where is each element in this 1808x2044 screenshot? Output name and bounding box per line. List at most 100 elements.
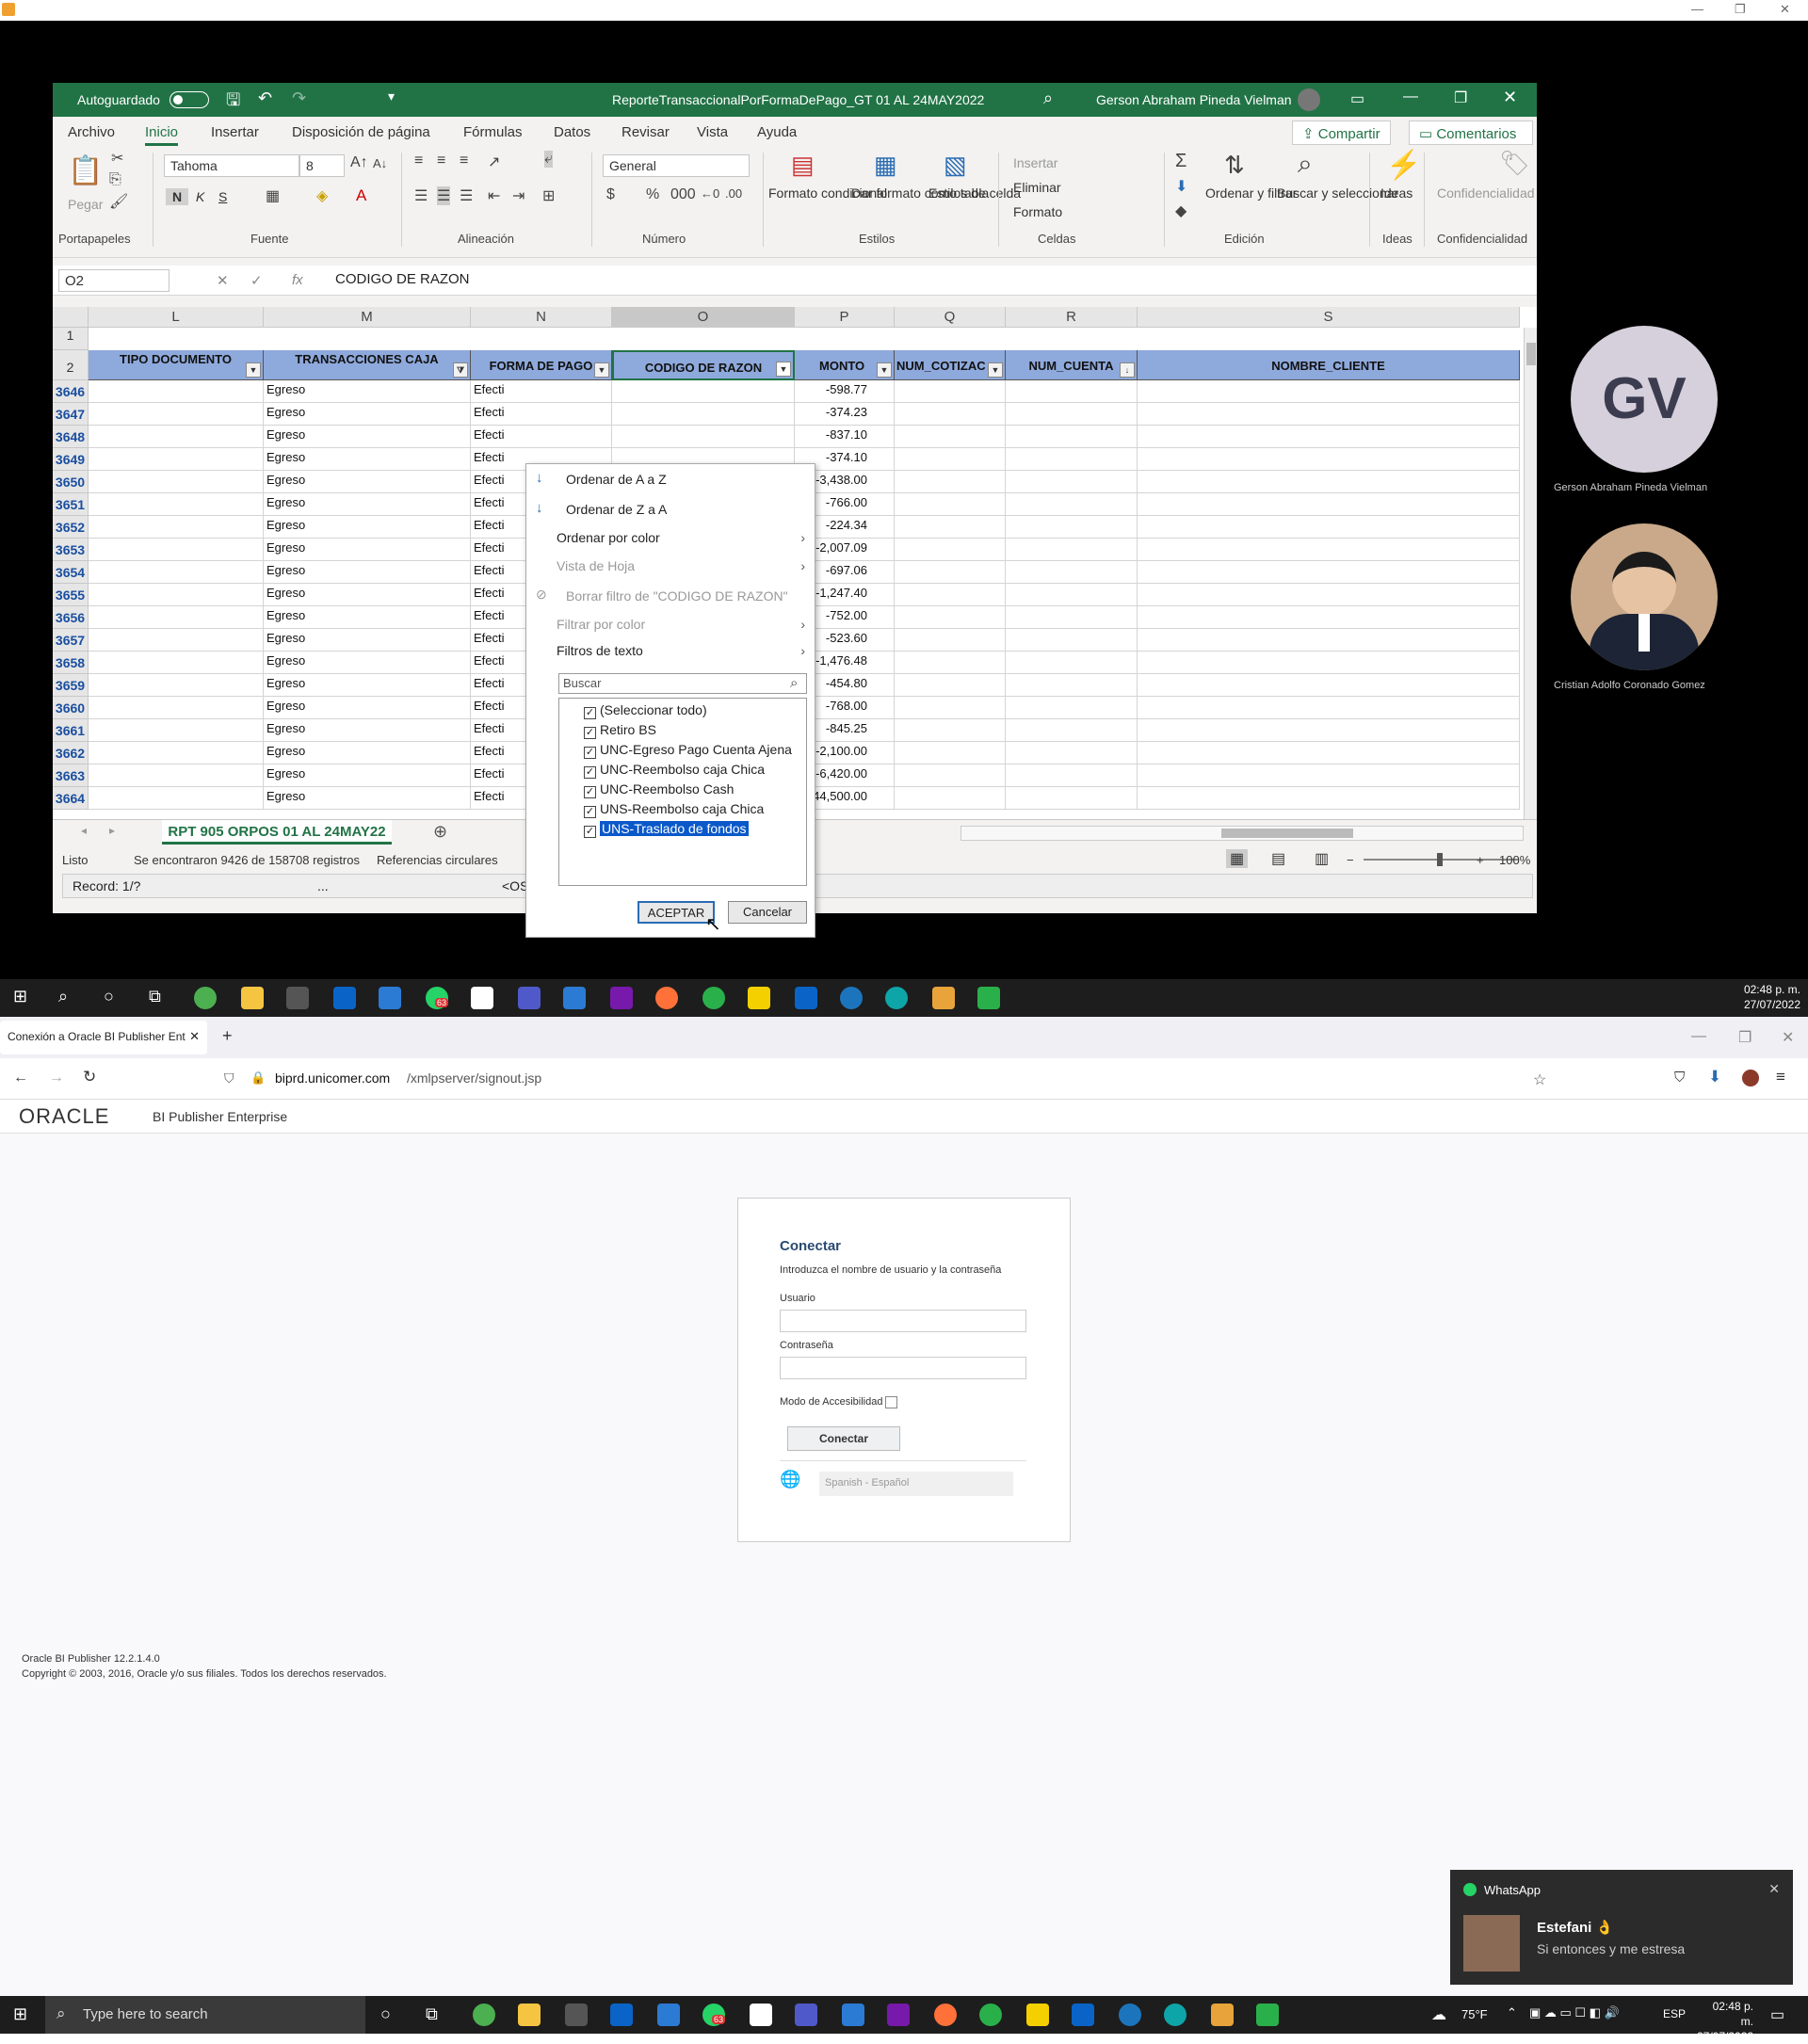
table-cell[interactable] (895, 787, 1006, 810)
downloads-icon[interactable]: ⬇ (1708, 1068, 1721, 1086)
cancel-button[interactable]: Cancelar (728, 901, 807, 924)
table-cell[interactable]: Egreso (264, 764, 471, 787)
app-icon[interactable] (842, 2004, 864, 2026)
table-cell[interactable]: Egreso (264, 697, 471, 719)
currency-icon[interactable]: $ (606, 186, 615, 203)
table-cell[interactable] (1006, 787, 1138, 810)
notifications-icon[interactable]: ▭ (1770, 2005, 1784, 2024)
row-header[interactable]: 3650 (53, 471, 89, 493)
sort-za-item[interactable]: Ordenar de Z a A (566, 502, 667, 517)
number-format-select[interactable]: General (603, 154, 750, 177)
ie-icon[interactable] (1119, 2004, 1141, 2026)
header-monto[interactable]: MONTO ▼ (795, 350, 895, 380)
table-cell[interactable] (1138, 561, 1520, 584)
app-icon[interactable] (702, 987, 725, 1009)
next-sheet-icon[interactable]: ▸ (109, 824, 115, 837)
table-cell[interactable] (1138, 652, 1520, 674)
vmware-icon[interactable] (286, 987, 309, 1009)
header-num-cotizac[interactable]: NUM_COTIZAC ▼ (895, 350, 1006, 380)
minimize-icon[interactable]: — (1403, 89, 1418, 105)
new-tab-icon[interactable]: + (222, 1026, 233, 1046)
filter-value-item[interactable]: ✓ UNC-Reembolso Cash (584, 781, 734, 798)
chrome-icon[interactable] (194, 987, 217, 1009)
column-header-r[interactable]: R (1006, 307, 1138, 328)
table-cell[interactable] (89, 493, 264, 516)
tab-datos[interactable]: Datos (554, 124, 590, 140)
edge-icon[interactable] (1164, 2004, 1186, 2026)
table-cell[interactable]: -598.77 (795, 380, 895, 403)
formula-input[interactable]: CODIGO DE RAZON (335, 271, 470, 287)
column-header-o[interactable]: O (612, 307, 795, 328)
clock[interactable]: 02:48 p. m. 27/07/2022 (1697, 1999, 1753, 2044)
filter-value-item[interactable]: ✓ (Seleccionar todo) (584, 702, 707, 719)
horizontal-scrollbar[interactable] (960, 826, 1524, 841)
app-icon[interactable] (1072, 2004, 1094, 2026)
table-cell[interactable]: Efecti (471, 403, 612, 426)
task-view-icon[interactable]: ⧉ (149, 987, 161, 1006)
clock[interactable]: 02:48 p. m. 27/07/2022 (1744, 982, 1800, 1012)
table-cell[interactable] (1138, 606, 1520, 629)
table-cell[interactable] (895, 561, 1006, 584)
table-cell[interactable] (89, 742, 264, 764)
zoom-level[interactable]: 100% (1499, 853, 1530, 867)
minimize-button[interactable]: — (1691, 2, 1703, 16)
font-color-icon[interactable]: A (356, 186, 366, 205)
weather-temp[interactable]: 75°F (1461, 2007, 1488, 2021)
language-indicator[interactable]: ESP (1663, 2007, 1686, 2020)
search-icon[interactable]: ⌕ (58, 987, 68, 1006)
language-select[interactable]: Spanish - Español (819, 1472, 1013, 1496)
row-header[interactable]: 3654 (53, 561, 89, 584)
table-cell[interactable] (1006, 584, 1138, 606)
table-cell[interactable] (89, 380, 264, 403)
table-cell[interactable] (1138, 539, 1520, 561)
app-icon[interactable] (795, 987, 817, 1009)
tab-archivo[interactable]: Archivo (68, 124, 115, 140)
align-left-icon[interactable]: ☰ (414, 186, 428, 205)
row-header[interactable]: 3648 (53, 426, 89, 448)
restore-icon[interactable]: ❐ (1738, 1028, 1752, 1047)
align-center-icon[interactable]: ☰ (437, 186, 451, 205)
row-header[interactable]: 3663 (53, 764, 89, 787)
conditional-format-label[interactable]: Formato condicional (768, 185, 887, 201)
close-tab-icon[interactable]: ✕ (189, 1029, 200, 1044)
font-size-select[interactable]: 8 (299, 154, 345, 177)
ribbon-display-icon[interactable]: ▭ (1350, 89, 1364, 108)
username-input[interactable] (780, 1310, 1026, 1332)
filter-value-item[interactable]: ✓ Retiro BS (584, 722, 656, 739)
header-num-cuenta[interactable]: NUM_CUENTA ↓ (1006, 350, 1138, 380)
teams-icon[interactable] (518, 987, 541, 1009)
filter-button[interactable]: ▼ (877, 362, 892, 378)
column-header-q[interactable]: Q (895, 307, 1006, 328)
table-cell[interactable] (89, 561, 264, 584)
restore-icon[interactable]: ❐ (1454, 89, 1467, 107)
zoom-slider[interactable] (1364, 853, 1518, 866)
table-cell[interactable] (895, 764, 1006, 787)
align-top-icon[interactable]: ≡ (414, 153, 423, 169)
table-cell[interactable] (1006, 561, 1138, 584)
app-icon[interactable] (1211, 2004, 1234, 2026)
header-transacciones-caja[interactable]: TRANSACCIONES CAJA ⧩ (264, 350, 471, 380)
reload-icon[interactable]: ↻ (83, 1068, 96, 1086)
sort-filter-icon[interactable]: ⇅ (1224, 151, 1245, 180)
chrome-icon[interactable] (473, 2004, 495, 2026)
close-icon[interactable]: ✕ (1768, 1881, 1780, 1897)
table-cell[interactable] (895, 539, 1006, 561)
format-table-icon[interactable]: ▦ (874, 151, 897, 180)
clear-filter-item[interactable]: Borrar filtro de "CODIGO DE RAZON" (566, 588, 788, 604)
forward-icon[interactable]: → (49, 1070, 64, 1086)
table-cell[interactable] (1138, 516, 1520, 539)
browser-tab-active[interactable]: Conexión a Oracle BI Publisher Ent ✕ (0, 1021, 207, 1054)
table-cell[interactable]: Egreso (264, 561, 471, 584)
bookmark-star-icon[interactable]: ☆ (1533, 1070, 1546, 1089)
outlook-icon[interactable] (333, 987, 356, 1009)
table-cell[interactable]: Egreso (264, 652, 471, 674)
edge-icon[interactable] (885, 987, 908, 1009)
comments-button[interactable]: ▭ Comentarios (1409, 121, 1533, 145)
table-cell[interactable]: Egreso (264, 674, 471, 697)
table-cell[interactable] (1006, 606, 1138, 629)
table-cell[interactable] (612, 403, 795, 426)
table-cell[interactable] (89, 584, 264, 606)
filter-button[interactable]: ▼ (594, 362, 609, 378)
row-header[interactable]: 3649 (53, 448, 89, 471)
decrease-indent-icon[interactable]: ⇤ (488, 186, 500, 205)
